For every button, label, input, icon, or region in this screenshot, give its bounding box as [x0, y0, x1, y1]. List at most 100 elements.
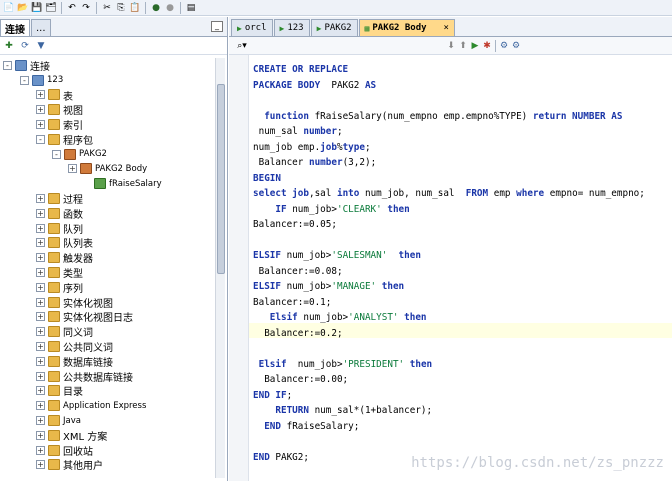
scrollbar-thumb[interactable]	[217, 84, 225, 274]
expand-icon[interactable]: +	[36, 371, 45, 381]
debug-icon[interactable]: ▤	[185, 2, 197, 14]
tree-node-label: 序列	[63, 283, 83, 295]
expand-icon[interactable]: +	[36, 356, 45, 366]
left-tabs: 连接 ... _	[0, 17, 227, 37]
close-icon[interactable]: ×	[444, 23, 449, 33]
folder-icon	[48, 237, 60, 249]
tree-node[interactable]: + 同义词	[0, 324, 227, 339]
expand-icon[interactable]: +	[36, 90, 45, 100]
refresh-icon[interactable]: ⟳	[19, 40, 31, 52]
tree-node[interactable]: fRaiseSalary	[0, 176, 227, 191]
expand-icon[interactable]: +	[36, 105, 45, 115]
code-token: END	[253, 420, 281, 432]
sql-sheet-icon: ▶	[279, 23, 285, 33]
tab-123[interactable]: ▶ 123	[273, 19, 310, 36]
tree-node[interactable]: - 123	[0, 73, 227, 88]
code-editor[interactable]: CREATE OR REPLACE PACKAGE BODY PAKG2 AS f…	[249, 55, 672, 481]
tab-pakg2-body[interactable]: ▦ PAKG2 Body ×	[358, 19, 455, 36]
expand-icon[interactable]: +	[36, 208, 45, 218]
expand-icon[interactable]: +	[36, 268, 45, 278]
tree-node[interactable]: + 索引	[0, 117, 227, 132]
expand-icon[interactable]: +	[36, 253, 45, 263]
bug-icon[interactable]: ✱	[481, 40, 493, 52]
debug-compile-icon[interactable]: ⚙	[510, 40, 522, 52]
tree-node[interactable]: + 公共数据库链接	[0, 369, 227, 384]
tree-node[interactable]: + 表	[0, 88, 227, 103]
tab-pakg2[interactable]: ▶ PAKG2	[310, 19, 358, 36]
code-token: job	[320, 141, 337, 153]
expand-icon[interactable]: +	[36, 401, 45, 411]
tree-node[interactable]: + 其他用户	[0, 458, 227, 473]
tree-node[interactable]: + 回收站	[0, 443, 227, 458]
tree-node[interactable]: + 触发器	[0, 250, 227, 265]
tree-node[interactable]: + 队列	[0, 221, 227, 236]
tree-node[interactable]: + 数据库链接	[0, 354, 227, 369]
expand-icon[interactable]: +	[36, 445, 45, 455]
expand-icon[interactable]: +	[36, 223, 45, 233]
copy-icon[interactable]: ⎘	[115, 2, 127, 14]
collapse-icon[interactable]: -	[3, 60, 12, 70]
filter-icon[interactable]: ▼	[35, 40, 47, 52]
tab-connections[interactable]: 连接	[0, 19, 30, 36]
tree-node-label: 其他用户	[63, 461, 103, 473]
redo-icon[interactable]: ↷	[80, 2, 92, 14]
toolbar-separator	[61, 1, 62, 14]
minimize-icon[interactable]: _	[211, 21, 223, 32]
expand-icon[interactable]: +	[36, 460, 45, 470]
collapse-icon[interactable]: -	[52, 149, 61, 159]
tree-node[interactable]: - PAKG2	[0, 147, 227, 162]
move-down-icon[interactable]: ⬇	[445, 40, 457, 52]
code-token: ;	[336, 126, 343, 137]
collapse-icon[interactable]: -	[36, 134, 45, 144]
tree-node[interactable]: + 序列	[0, 280, 227, 295]
tree-node[interactable]: + Application Express	[0, 398, 227, 413]
save-icon[interactable]: 💾	[31, 2, 43, 14]
code-line: IF num_job>'CLEARK' then	[253, 203, 409, 216]
run-icon[interactable]: ▶	[469, 40, 481, 52]
expand-icon[interactable]: +	[36, 327, 45, 337]
open-icon[interactable]: 📂	[17, 2, 29, 14]
expand-icon[interactable]: +	[36, 386, 45, 396]
tree-scrollbar[interactable]	[215, 58, 225, 478]
tree-node[interactable]: + 实体化视图日志	[0, 310, 227, 324]
expand-icon[interactable]: +	[36, 430, 45, 440]
tree-node[interactable]: + 实体化视图	[0, 295, 227, 310]
cut-icon[interactable]: ✂	[101, 2, 113, 14]
tab-reports[interactable]: ...	[31, 19, 51, 36]
expand-icon[interactable]: +	[36, 342, 45, 352]
add-connection-icon[interactable]: ✚	[3, 40, 15, 52]
expand-icon[interactable]: +	[36, 120, 45, 130]
code-line: PACKAGE BODY PAKG2 AS	[253, 79, 376, 92]
code-line: END IF;	[253, 389, 292, 402]
save-all-icon[interactable]: 🗂	[45, 2, 57, 14]
tree-node[interactable]: + Java	[0, 413, 227, 428]
tree-node[interactable]: + XML 方案	[0, 428, 227, 443]
compile-icon[interactable]: ⚙	[498, 40, 510, 52]
find-icon[interactable]: ⌕▾	[232, 40, 252, 52]
tree-node[interactable]: - 连接	[0, 58, 227, 73]
tree-node[interactable]: + 函数	[0, 206, 227, 221]
undo-icon[interactable]: ↶	[66, 2, 78, 14]
tree-node[interactable]: - 程序包	[0, 132, 227, 147]
expand-icon[interactable]: +	[36, 282, 45, 292]
tree-node[interactable]: + 视图	[0, 102, 227, 117]
expand-icon[interactable]: +	[36, 238, 45, 248]
move-up-icon[interactable]: ⬆	[457, 40, 469, 52]
tree-node[interactable]: + 类型	[0, 265, 227, 280]
tree-node[interactable]: + 公共同义词	[0, 339, 227, 354]
back-icon[interactable]: ●	[150, 2, 162, 14]
expand-icon[interactable]: +	[68, 164, 77, 174]
tree-node[interactable]: + PAKG2 Body	[0, 162, 227, 177]
tree-node[interactable]: + 过程	[0, 191, 227, 206]
expand-icon[interactable]: +	[36, 194, 45, 204]
expand-icon[interactable]: +	[36, 416, 45, 426]
expand-icon[interactable]: +	[36, 297, 45, 307]
tree-node[interactable]: + 队列表	[0, 236, 227, 250]
collapse-icon[interactable]: -	[20, 75, 29, 85]
paste-icon[interactable]: 📋	[129, 2, 141, 14]
new-icon[interactable]: 📄	[3, 2, 15, 14]
tree-node[interactable]: + 目录	[0, 384, 227, 398]
tab-orcl[interactable]: ▶ orcl	[231, 19, 273, 36]
expand-icon[interactable]: +	[36, 312, 45, 322]
forward-icon[interactable]: ●	[164, 2, 176, 14]
